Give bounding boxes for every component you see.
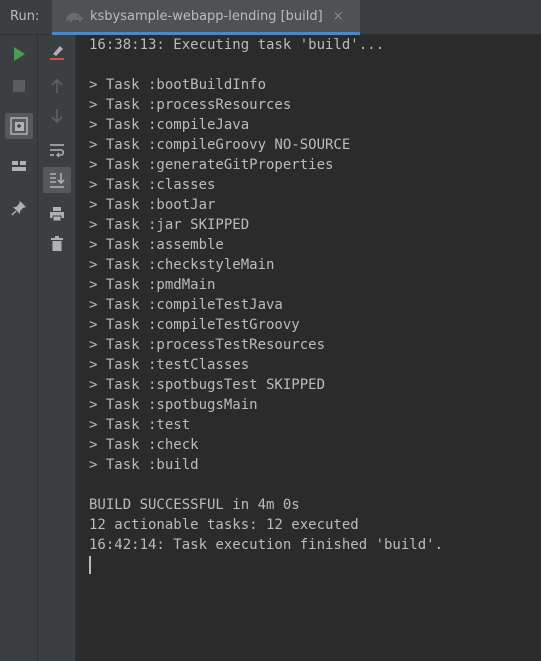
console-line: > Task :processResources — [89, 97, 292, 113]
clear-all-button[interactable] — [43, 39, 71, 65]
layout-icon — [12, 161, 26, 171]
console-line: BUILD SUCCESSFUL in 4m 0s — [89, 497, 300, 513]
run-toolbar-primary — [0, 35, 38, 661]
console-line: > Task :build — [89, 457, 199, 473]
console-line: > Task :compileGroovy NO-SOURCE — [89, 137, 351, 153]
console-lines: 16:38:13: Executing task 'build'... > Tas… — [89, 35, 541, 555]
print-icon — [50, 207, 64, 222]
run-icon — [14, 47, 25, 61]
pin-icon — [11, 201, 26, 216]
console-line: > Task :spotbugsTest SKIPPED — [89, 377, 326, 393]
soft-wrap-icon — [50, 144, 65, 158]
console-line: > Task :pmdMain — [89, 277, 216, 293]
console-line: > Task :check — [89, 437, 199, 453]
run-label: Run: — [10, 9, 40, 24]
gradle-elephant-icon — [64, 9, 84, 23]
console-line: > Task :bootBuildInfo — [89, 77, 267, 93]
console-line: > Task :processTestResources — [89, 337, 326, 353]
text-caret — [89, 556, 91, 574]
console-line: > Task :generateGitProperties — [89, 157, 334, 173]
print-button[interactable] — [43, 201, 71, 227]
console-line: > Task :bootJar — [89, 197, 216, 213]
console-line: > Task :test — [89, 417, 191, 433]
tab-build[interactable]: ksbysample-webapp-lending [build] × — [52, 0, 360, 35]
stop-icon — [13, 80, 25, 92]
console-line: > Task :compileTestJava — [89, 297, 283, 313]
layout-button[interactable] — [5, 153, 33, 179]
console-caret-line — [89, 555, 541, 575]
close-tab-icon[interactable]: × — [333, 10, 344, 23]
console-line: > Task :spotbugsMain — [89, 397, 258, 413]
rerun-button[interactable] — [5, 41, 33, 67]
soft-wrap-button[interactable] — [43, 137, 71, 163]
console-line: > Task :compileJava — [89, 117, 250, 133]
console-line: 16:42:14: Task execution finished 'build… — [89, 537, 444, 553]
console-line: 12 actionable tasks: 12 executed — [89, 517, 359, 533]
restore-layout-button[interactable] — [5, 113, 33, 139]
run-tool-window-header: Run: ksbysample-webapp-lending [build] × — [0, 0, 541, 35]
down-arrow-icon — [51, 109, 63, 124]
console-line: > Task :classes — [89, 177, 216, 193]
scroll-to-end-icon — [50, 173, 65, 188]
console-line: > Task :assemble — [89, 237, 224, 253]
down-stack-button[interactable] — [43, 103, 71, 129]
console-output[interactable]: 16:38:13: Executing task 'build'... > Tas… — [77, 35, 541, 661]
pin-tab-button[interactable] — [5, 195, 33, 221]
console-line: > Task :jar SKIPPED — [89, 217, 250, 233]
stop-button[interactable] — [5, 73, 33, 99]
tab-label: ksbysample-webapp-lending [build] — [90, 8, 323, 24]
up-stack-button[interactable] — [43, 73, 71, 99]
clear-icon — [50, 46, 64, 60]
console-line: > Task :checkstyleMain — [89, 257, 275, 273]
console-line: > Task :testClasses — [89, 357, 250, 373]
trash-icon — [51, 236, 63, 251]
up-arrow-icon — [51, 78, 63, 93]
run-toolbar-secondary — [38, 35, 76, 661]
restore-layout-icon — [10, 117, 28, 135]
console-line: 16:38:13: Executing task 'build'... — [89, 37, 385, 53]
delete-button[interactable] — [43, 231, 71, 257]
scroll-to-end-button[interactable] — [43, 167, 71, 193]
console-line: > Task :compileTestGroovy — [89, 317, 300, 333]
